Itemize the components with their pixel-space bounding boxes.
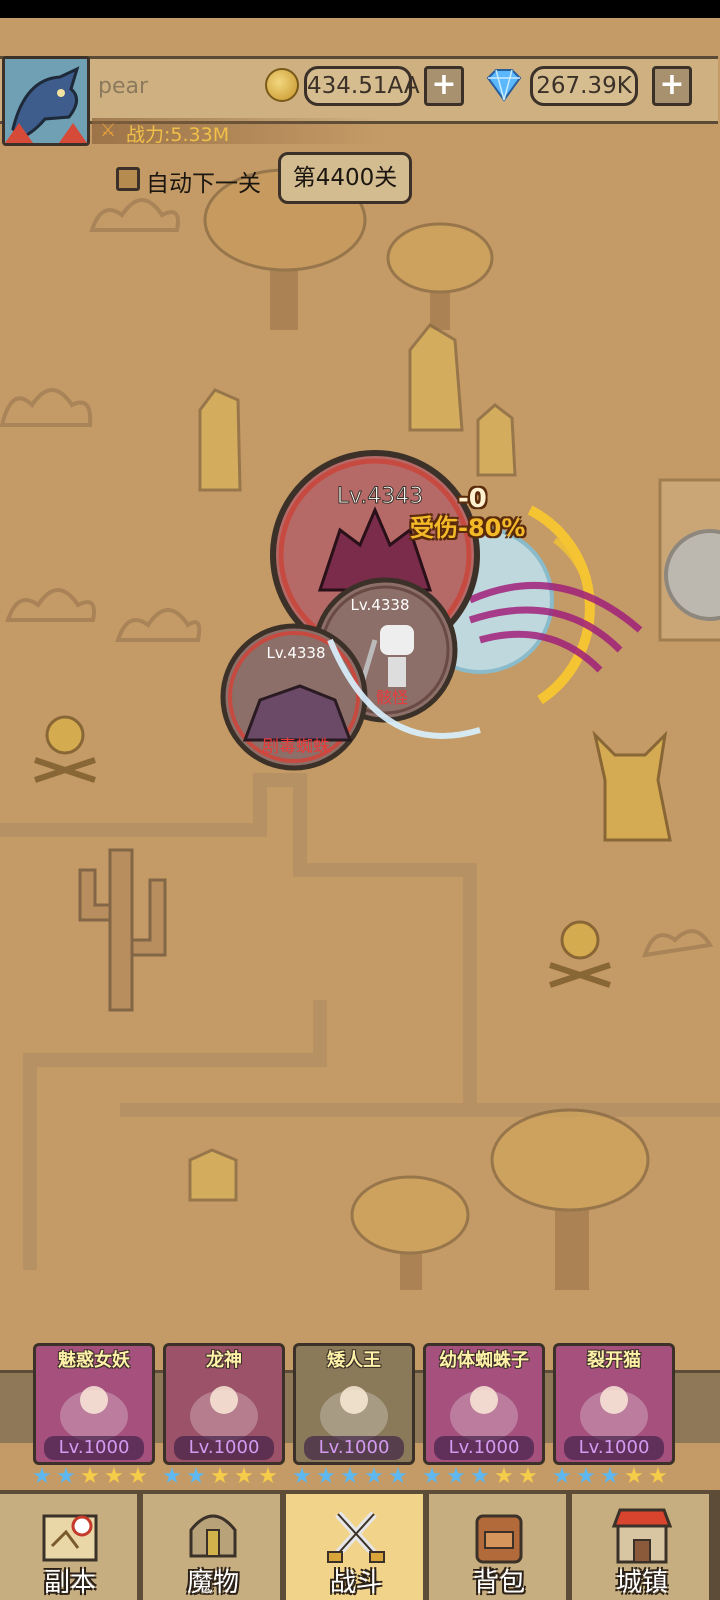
backpack-icon [475, 1514, 523, 1564]
hero-level: Lv.1000 [304, 1436, 404, 1460]
crossed-swords-icon [327, 1511, 385, 1563]
hero-portrait-icon [450, 1386, 518, 1442]
hero-level: Lv.1000 [564, 1436, 664, 1460]
star-icon: ★ [56, 1464, 76, 1489]
nav-tab[interactable]: 魔物 [143, 1494, 283, 1600]
rock-icon [188, 1148, 238, 1202]
nav-tab[interactable]: 副本 [0, 1494, 140, 1600]
star-icon: ★ [494, 1464, 514, 1489]
tree-icon [350, 1175, 470, 1290]
star-icon: ★ [186, 1464, 206, 1489]
hero-name: 矮人王 [327, 1350, 381, 1371]
star-icon: ★ [388, 1464, 408, 1489]
battle-scene: Lv.4343 Lv.4338 骸怪 Lv.4338 剧毒蜘蛛 [220, 450, 643, 771]
hero-level: Lv.1000 [44, 1436, 144, 1460]
hero-card[interactable]: 矮人王 Lv.1000 [293, 1343, 415, 1465]
hero-stars: ★ ★ ★ ★ ★ [551, 1466, 669, 1488]
helmet-icon [189, 1514, 237, 1558]
debuff-text: 受伤-80% [410, 514, 526, 542]
star-icon: ★ [600, 1464, 620, 1489]
shop-icon [611, 1508, 673, 1564]
star-icon: ★ [80, 1464, 100, 1489]
star-icon: ★ [552, 1464, 572, 1489]
nav-tab[interactable]: 战斗 [286, 1494, 426, 1600]
nav-tab[interactable]: 背包 [429, 1494, 569, 1600]
enemy-level: Lv.4338 [350, 596, 409, 614]
hero-portrait-icon [190, 1386, 258, 1442]
star-icon: ★ [104, 1464, 124, 1489]
star-icon: ★ [316, 1464, 336, 1489]
star-icon: ★ [292, 1464, 312, 1489]
hero-stars: ★ ★ ★ ★ ★ [291, 1466, 409, 1488]
star-icon: ★ [340, 1464, 360, 1489]
enemy-name: 剧毒蜘蛛 [262, 737, 330, 757]
hero-level: Lv.1000 [174, 1436, 274, 1460]
nav-tab[interactable]: 城镇 [572, 1494, 712, 1600]
hero-name: 裂开猫 [587, 1350, 641, 1371]
hero-stars: ★ ★ ★ ★ ★ [31, 1466, 149, 1488]
star-icon: ★ [128, 1464, 148, 1489]
nav-tab-label: 城镇 [615, 1568, 668, 1598]
bush-icon [642, 929, 714, 958]
hero-name: 龙神 [206, 1350, 242, 1371]
hero-stars: ★ ★ ★ ★ ★ [421, 1466, 539, 1488]
hero-portrait-icon [60, 1386, 128, 1442]
hero-card[interactable]: 裂开猫 Lv.1000 [553, 1343, 675, 1465]
star-icon: ★ [210, 1464, 230, 1489]
skull-icon [560, 920, 600, 960]
star-icon: ★ [162, 1464, 182, 1489]
tree-icon [490, 1108, 650, 1290]
map-icon [42, 1514, 98, 1562]
hero-card[interactable]: 魅惑女妖 Lv.1000 [33, 1343, 155, 1465]
star-icon: ★ [648, 1464, 668, 1489]
hero-card[interactable]: 龙神 Lv.1000 [163, 1343, 285, 1465]
hero-card[interactable]: 幼体蜘蛛子 Lv.1000 [423, 1343, 545, 1465]
star-icon: ★ [258, 1464, 278, 1489]
star-icon: ★ [234, 1464, 254, 1489]
star-icon: ★ [576, 1464, 596, 1489]
star-icon: ★ [32, 1464, 52, 1489]
star-icon: ★ [624, 1464, 644, 1489]
nav-tab-label: 战斗 [329, 1568, 382, 1598]
star-icon: ★ [518, 1464, 538, 1489]
nav-tab-label: 背包 [472, 1568, 525, 1598]
hero-portrait-icon [320, 1386, 388, 1442]
hero-level: Lv.1000 [434, 1436, 534, 1460]
nav-tab-label: 魔物 [186, 1568, 239, 1598]
hero-name: 幼体蜘蛛子 [439, 1350, 529, 1371]
hero-name: 魅惑女妖 [58, 1350, 130, 1371]
star-icon: ★ [364, 1464, 384, 1489]
star-icon: ★ [422, 1464, 442, 1489]
star-icon: ★ [446, 1464, 466, 1489]
boss-level: Lv.4343 [337, 484, 424, 509]
nav-tab-label: 副本 [43, 1568, 96, 1598]
enemy-name: 骸怪 [376, 688, 408, 707]
enemy-level: Lv.4338 [266, 644, 325, 662]
star-icon: ★ [470, 1464, 490, 1489]
hero-stars: ★ ★ ★ ★ ★ [161, 1466, 279, 1488]
hero-portrait-icon [580, 1386, 648, 1442]
